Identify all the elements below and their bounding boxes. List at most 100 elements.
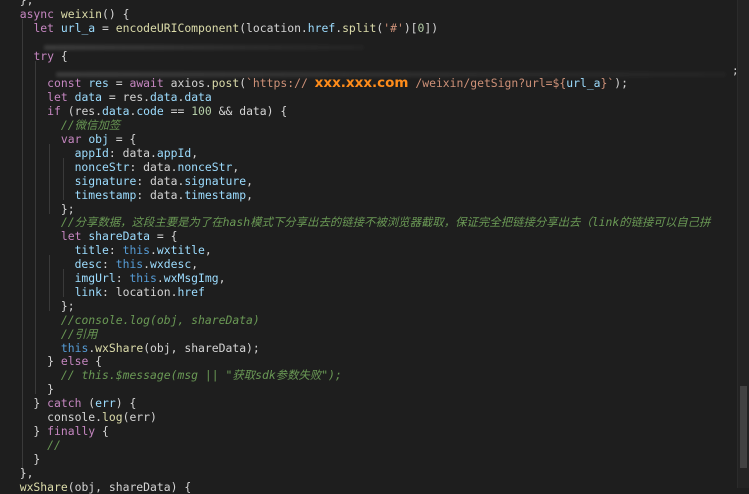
code-token: . xyxy=(150,243,157,258)
code-token: catch xyxy=(47,396,82,411)
code-token: let xyxy=(47,90,68,105)
redacted-domain-text: xxx.xxx.com xyxy=(314,75,409,92)
code-token: /weixin/getSign?url=${ xyxy=(408,76,567,91)
code-line: } else { xyxy=(6,354,102,368)
code-token: = xyxy=(95,20,116,35)
code-line: title: this.wxtitle, xyxy=(6,243,212,257)
code-token: }; xyxy=(6,298,75,313)
code-token: axios. xyxy=(163,76,212,91)
code-token: `https:// xyxy=(246,76,315,91)
code-token: () { xyxy=(102,6,130,21)
code-token: ) { xyxy=(115,396,137,411)
code-token: nonceStr xyxy=(177,159,233,174)
code-token: (location. xyxy=(239,20,308,35)
code-token: url_a xyxy=(60,20,96,35)
code-token: : xyxy=(115,271,130,285)
code-token: }, xyxy=(6,465,34,480)
code-token: post xyxy=(211,76,240,91)
code-token: err xyxy=(95,396,116,411)
blurred-redacted-line xyxy=(44,45,364,50)
code-token: } xyxy=(6,451,41,466)
code-line: timestamp: data.timestamp, xyxy=(6,188,253,202)
code-token: url_a xyxy=(566,76,601,91)
code-token: )[ xyxy=(403,20,418,35)
code-line: desc: this.wxdesc, xyxy=(6,257,198,271)
code-token: }; xyxy=(6,201,75,216)
code-token: } xyxy=(6,423,48,438)
code-token: let xyxy=(33,20,55,35)
code-token: link xyxy=(74,284,103,299)
code-token: '#' xyxy=(383,20,404,35)
vertical-scrollbar[interactable] xyxy=(737,0,749,488)
code-line: //引用 xyxy=(6,327,98,341)
blurred-redacted-line xyxy=(56,72,726,77)
code-line: var obj = { xyxy=(6,132,136,146)
code-token: shareData xyxy=(88,229,151,244)
code-line: nonceStr: data.nonceStr, xyxy=(6,159,240,174)
code-token: wxMsgImg xyxy=(163,271,219,285)
code-token: console. xyxy=(6,410,103,424)
code-line: } finally { xyxy=(6,423,108,438)
code-token: appId xyxy=(156,145,192,160)
code-token: : xyxy=(108,243,123,258)
code-token: this xyxy=(60,340,89,355)
code-editor[interactable]: }, async weixin() { let url_a = encodeUR… xyxy=(0,0,739,494)
code-token: }` xyxy=(600,76,615,91)
code-token: res xyxy=(88,76,109,91)
code-line: let shareData = { xyxy=(6,229,178,244)
code-line: imgUrl: this.wxMsgImg, xyxy=(6,271,226,285)
code-token: //console.log(obj, shareData) xyxy=(60,312,260,327)
code-token: = res. xyxy=(102,90,151,105)
code-token: try xyxy=(33,48,55,63)
code-token: , xyxy=(218,271,226,285)
code-line: signature: data.signature, xyxy=(6,174,253,188)
code-token: obj xyxy=(88,132,109,146)
scrollbar-thumb[interactable] xyxy=(740,385,747,469)
code-token: ); xyxy=(614,76,628,91)
code-token: : data. xyxy=(136,173,185,188)
code-token: wxShare xyxy=(95,340,144,355)
code-token: data xyxy=(184,90,212,105)
code-line: async weixin() { xyxy=(6,6,130,21)
code-token: (obj, shareData) { xyxy=(67,479,192,494)
code-token: { xyxy=(88,354,103,369)
code-line: //微信加签 xyxy=(6,118,120,132)
code-token: 100 xyxy=(191,104,212,119)
code-line: } catch (err) { xyxy=(6,396,136,410)
code-token: // this.$message(msg || "获取sdk参数失败"); xyxy=(60,368,342,383)
code-token: desc xyxy=(74,257,103,272)
code-token: var xyxy=(60,132,82,146)
code-line: let url_a = encodeURIComponent(location.… xyxy=(6,21,438,35)
code-line: }, xyxy=(6,465,34,480)
code-token: //分享数据，这段主要是为了在hash模式下分享出去的链接不被浏览器截取，保证完… xyxy=(60,215,711,230)
code-token: encodeURIComponent xyxy=(115,20,240,35)
code-line: // xyxy=(6,438,61,452)
code-token: const xyxy=(47,76,82,91)
code-token: { xyxy=(54,48,68,63)
code-token: data xyxy=(150,90,178,105)
code-token: : data. xyxy=(129,159,178,174)
code-line: // this.$message(msg || "获取sdk参数失败"); xyxy=(6,368,342,382)
code-token: , xyxy=(191,257,199,272)
code-token: //微信加签 xyxy=(60,118,121,133)
code-token: } xyxy=(6,382,55,397)
code-token: == xyxy=(163,104,192,119)
code-line: } xyxy=(6,382,54,396)
code-token: let xyxy=(60,229,82,244)
code-token: , xyxy=(246,187,253,202)
code-token: this xyxy=(122,243,151,258)
code-token: async xyxy=(19,6,55,21)
code-line: appId: data.appId, xyxy=(6,146,198,160)
code-token: signature xyxy=(74,173,137,188)
